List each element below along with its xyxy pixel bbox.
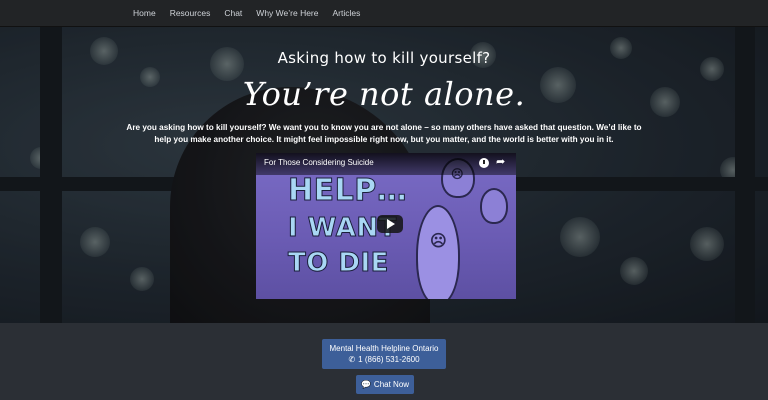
- chat-now-label: Chat Now: [373, 380, 410, 389]
- play-icon[interactable]: [377, 215, 403, 233]
- illustrated-person: [480, 188, 508, 224]
- helpline-button[interactable]: Mental Health Helpline Ontario ✆ 1 (866) …: [322, 339, 446, 369]
- clock-icon[interactable]: [479, 158, 489, 168]
- thumbnail-to-die-text: TO DIE: [288, 248, 389, 279]
- hero-paragraph: Are you asking how to kill yourself? We …: [126, 123, 642, 144]
- top-navbar: Home Resources Chat Why We’re Here Artic…: [0, 0, 768, 27]
- hero-section: Asking how to kill yourself? You’re not …: [0, 27, 768, 323]
- chat-bubble-icon: 💬: [360, 380, 371, 389]
- nav-links: Home Resources Chat Why We’re Here Artic…: [126, 0, 367, 27]
- helpline-label: Mental Health Helpline Ontario: [329, 344, 439, 353]
- helpline-phone-row: ✆ 1 (866) 531-2600: [322, 354, 446, 365]
- illustrated-person: [416, 205, 460, 299]
- hero-title: You’re not alone.: [242, 75, 526, 113]
- nav-chat[interactable]: Chat: [217, 0, 249, 27]
- nav-articles[interactable]: Articles: [326, 0, 368, 27]
- sad-face-icon: ☹: [430, 233, 447, 250]
- helpline-phone: 1 (866) 531-2600: [358, 355, 420, 364]
- thumbnail-help-text: HELP…: [287, 173, 408, 209]
- nav-why-were-here[interactable]: Why We’re Here: [249, 0, 325, 27]
- hero-subtitle: Asking how to kill yourself?: [277, 49, 491, 67]
- video-embed[interactable]: ☹ ☹ HELP… I WANT TO DIE For Those Consid…: [256, 153, 516, 299]
- chat-now-button[interactable]: 💬 Chat Now: [356, 375, 414, 394]
- phone-icon: ✆: [348, 355, 356, 364]
- nav-resources[interactable]: Resources: [163, 0, 218, 27]
- video-title[interactable]: For Those Considering Suicide: [264, 158, 374, 167]
- nav-home[interactable]: Home: [126, 0, 163, 27]
- share-icon[interactable]: ➦: [496, 156, 505, 168]
